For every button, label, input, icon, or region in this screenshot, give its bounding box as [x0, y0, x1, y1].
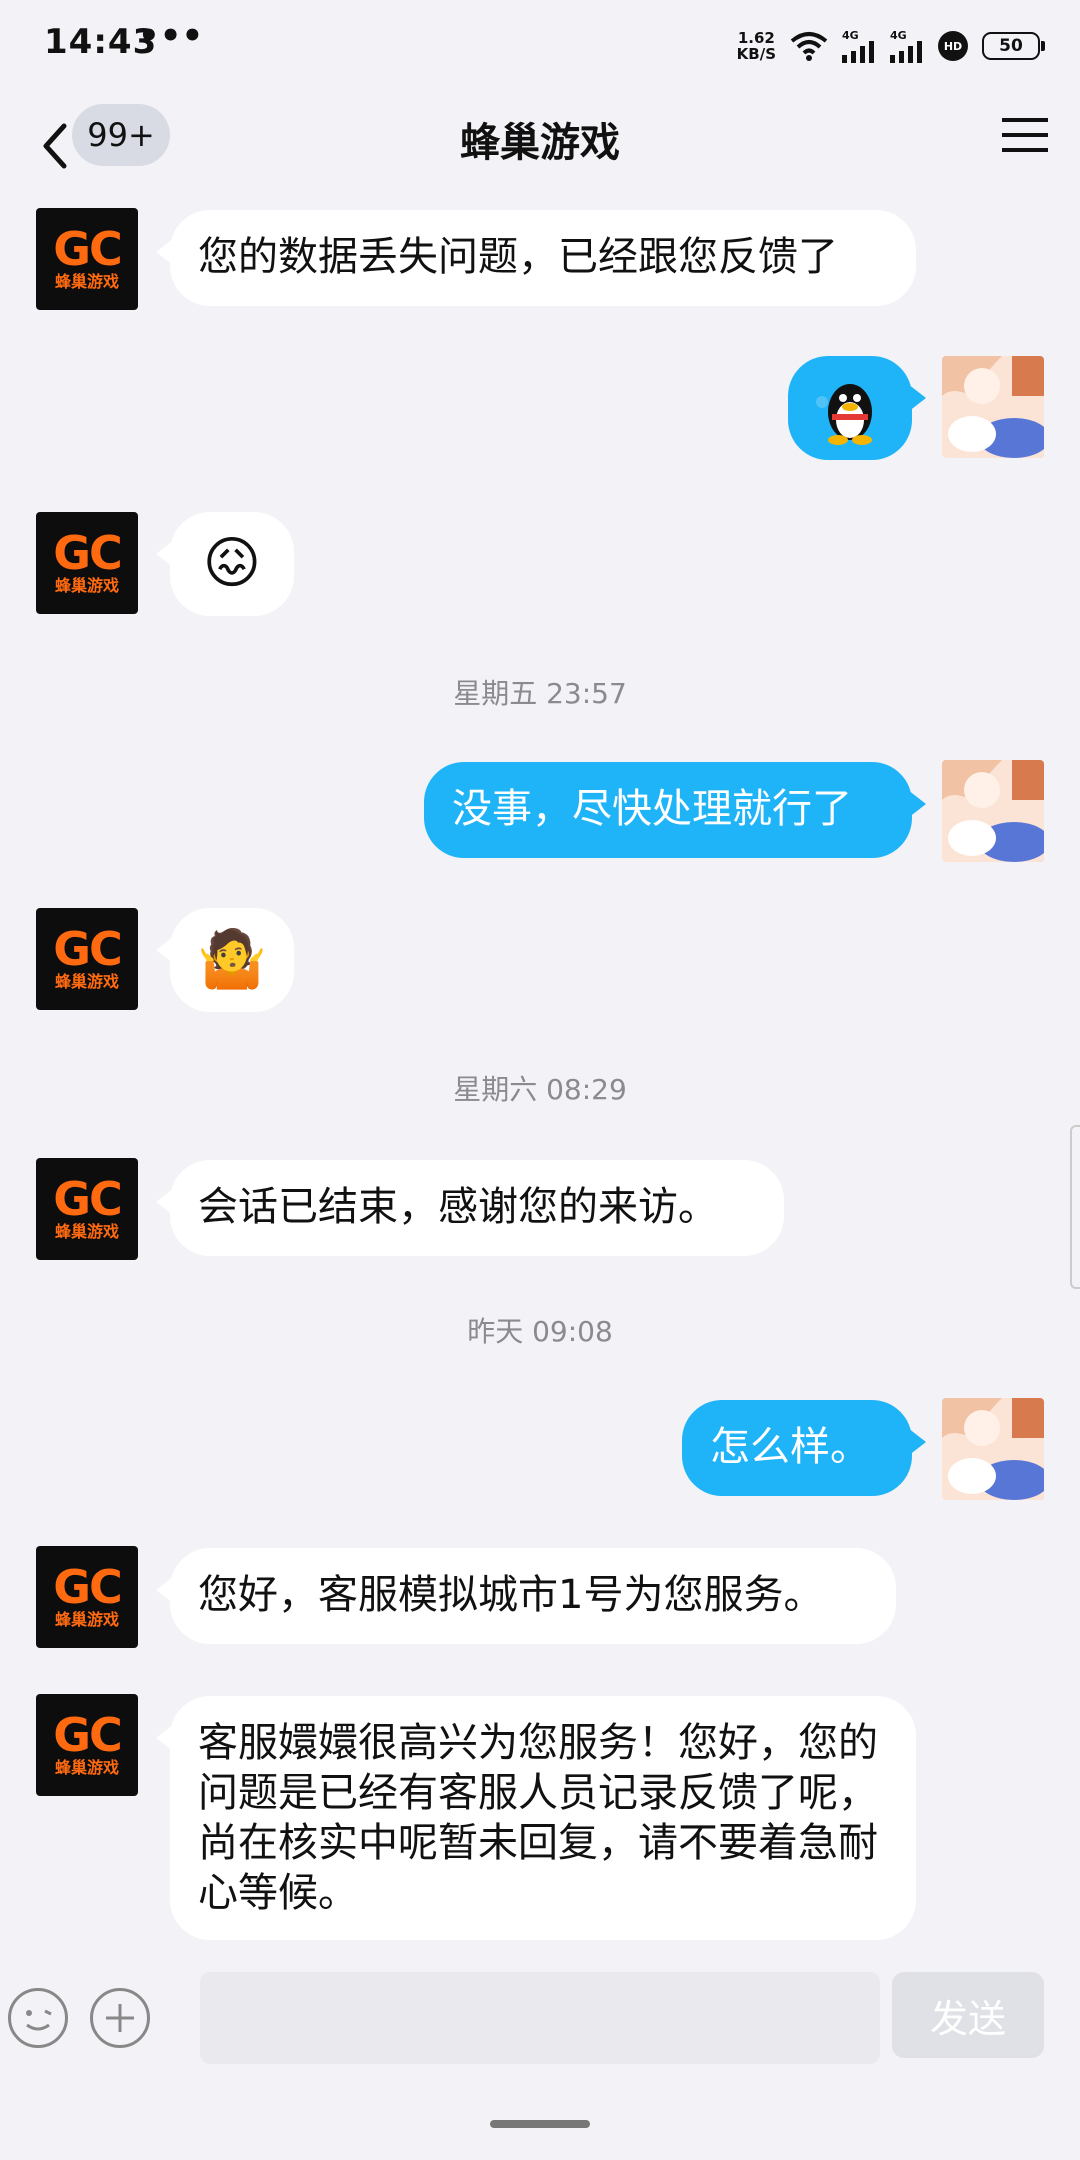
emoji-face-icon[interactable] [8, 1988, 68, 2048]
service-avatar[interactable]: GC 蜂巢游戏 [36, 1546, 138, 1648]
timestamp: 昨天 09:08 [467, 1315, 613, 1348]
timestamp: 星期五 23:57 [453, 677, 627, 710]
message-bubble-received[interactable]: 您好，客服模拟城市1号为您服务。 [156, 1548, 896, 1644]
menu-icon[interactable] [1002, 112, 1048, 158]
service-avatar[interactable]: GC 蜂巢游戏 [36, 908, 138, 1010]
message-bubble-received[interactable]: 会话已结束，感谢您的来访。 [156, 1160, 784, 1256]
anime-avatar-image [942, 1398, 1044, 1500]
signal-icon-2: 4G [890, 30, 924, 63]
service-avatar[interactable]: GC 蜂巢游戏 [36, 1694, 138, 1796]
signal-icon-1: 4G [842, 30, 876, 63]
home-indicator[interactable] [490, 2120, 590, 2128]
user-avatar[interactable] [942, 356, 1044, 458]
status-bar: 14:43 ••• 1.62 KB/S 4G 4G HD 50 [0, 0, 1080, 90]
send-button[interactable]: 发送 [892, 1972, 1044, 2058]
worried-face-emoji-icon: 😖 [202, 531, 262, 596]
status-icons: 1.62 KB/S 4G 4G HD 50 [736, 26, 1045, 66]
nav-bar: 99+ 蜂巢游戏 [0, 90, 1080, 200]
message-bubble-sent[interactable]: 没事，尽快处理就行了 [424, 762, 926, 858]
shrug-emoji-icon: 🤷 [197, 927, 267, 992]
chat-title: 蜂巢游戏 [460, 120, 620, 166]
battery-icon: 50 [982, 32, 1045, 60]
hd-icon: HD [938, 31, 968, 61]
status-more-icon: ••• [138, 16, 204, 56]
input-bar: 发送 [0, 1950, 1080, 2160]
message-bubble-received[interactable]: 您的数据丢失问题，已经跟您反馈了 [156, 210, 916, 306]
wifi-icon [790, 32, 828, 61]
user-avatar[interactable] [942, 1398, 1044, 1500]
anime-avatar-image [942, 760, 1044, 862]
add-plus-icon[interactable] [90, 1988, 150, 2048]
message-bubble-sent[interactable]: 怎么样。 [682, 1400, 926, 1496]
scroll-indicator[interactable] [1070, 1125, 1080, 1289]
message-bubble-received[interactable]: 🤷 [156, 908, 294, 1012]
service-avatar[interactable]: GC 蜂巢游戏 [36, 512, 138, 614]
qq-penguin-sticker-icon [816, 384, 872, 445]
message-bubble-received[interactable]: 😖 [156, 512, 294, 616]
anime-avatar-image [942, 356, 1044, 458]
service-avatar[interactable]: GC 蜂巢游戏 [36, 1158, 138, 1260]
message-bubble-sent[interactable] [788, 356, 926, 460]
net-speed: 1.62 KB/S [736, 29, 776, 63]
timestamp: 星期六 08:29 [453, 1073, 627, 1106]
user-avatar[interactable] [942, 760, 1044, 862]
message-input[interactable] [200, 1972, 880, 2064]
message-bubble-received[interactable]: 客服嬛嬛很高兴为您服务！您好，您的问题是已经有客服人员记录反馈了呢，尚在核实中呢… [156, 1696, 916, 1940]
service-avatar[interactable]: GC 蜂巢游戏 [36, 208, 138, 310]
